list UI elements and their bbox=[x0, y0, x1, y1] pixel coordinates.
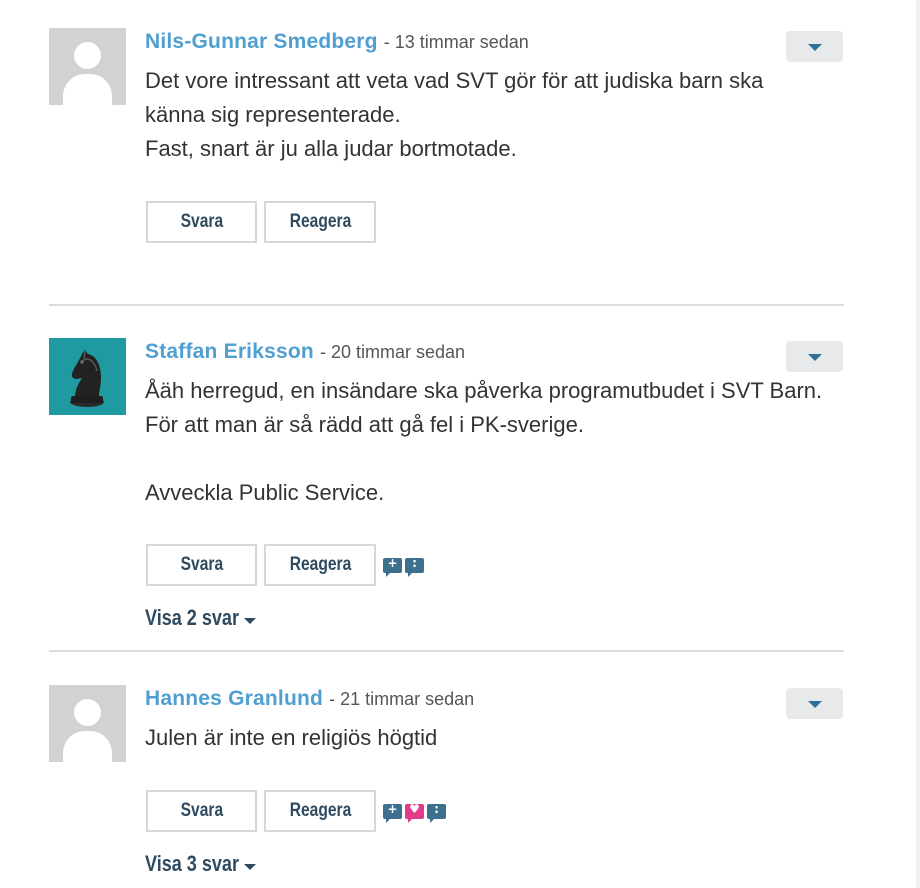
default-user-icon bbox=[74, 699, 101, 726]
heart-reaction-icon: ♥ bbox=[405, 802, 424, 823]
comment-author: Nils-Gunnar Smedberg - 13 timmar sedan bbox=[145, 30, 529, 54]
thinking-reaction-icon: : bbox=[427, 802, 446, 823]
thinking-reaction-icon: : bbox=[405, 556, 424, 577]
show-replies-link[interactable]: Visa 3 svar bbox=[145, 851, 260, 877]
reply-button[interactable]: Svara bbox=[146, 201, 257, 243]
reaction-summary[interactable]: + ♥ : bbox=[383, 802, 446, 823]
react-button[interactable]: Reagera bbox=[264, 544, 376, 586]
comment-paragraph: Fast, snart är ju alla judar bortmotade. bbox=[145, 136, 517, 161]
avatar[interactable] bbox=[49, 685, 126, 762]
scrollbar-track bbox=[916, 0, 920, 888]
react-button[interactable]: Reagera bbox=[264, 790, 376, 832]
comment-paragraph: Åäh herregud, en insändare ska påverka p… bbox=[145, 378, 823, 437]
comment-body: Det vore intressant att veta vad SVT gör… bbox=[145, 64, 825, 166]
author-name-link[interactable]: Hannes Granlund bbox=[145, 687, 323, 710]
comment-body: Åäh herregud, en insändare ska påverka p… bbox=[145, 374, 825, 510]
chess-knight-icon bbox=[70, 350, 104, 407]
comment-timestamp: - 21 timmar sedan bbox=[329, 689, 475, 709]
reaction-summary[interactable]: + : bbox=[383, 556, 424, 577]
comment-paragraph: Det vore intressant att veta vad SVT gör… bbox=[145, 68, 764, 127]
author-name-link[interactable]: Staffan Eriksson bbox=[145, 340, 314, 363]
comment-timestamp: - 13 timmar sedan bbox=[383, 32, 529, 52]
show-replies-link[interactable]: Visa 2 svar bbox=[145, 605, 260, 631]
react-button[interactable]: Reagera bbox=[264, 201, 376, 243]
chevron-down-icon bbox=[808, 354, 822, 361]
comment-menu-button[interactable] bbox=[786, 688, 843, 719]
comment-timestamp: - 20 timmar sedan bbox=[319, 342, 466, 362]
comment: Hannes Granlund - 21 timmar sedan Julen … bbox=[0, 685, 900, 885]
comment-menu-button[interactable] bbox=[786, 341, 843, 372]
comment-divider bbox=[49, 304, 844, 306]
comment-author: Staffan Eriksson - 20 timmar sedan bbox=[145, 340, 465, 364]
chevron-down-icon bbox=[808, 701, 822, 708]
chevron-down-icon bbox=[808, 44, 822, 51]
reply-button[interactable]: Svara bbox=[146, 790, 257, 832]
caret-down-icon bbox=[244, 618, 256, 624]
caret-down-icon bbox=[244, 864, 256, 870]
author-name-link[interactable]: Nils-Gunnar Smedberg bbox=[145, 30, 378, 53]
comment-menu-button[interactable] bbox=[786, 31, 843, 62]
comment-paragraph: Avveckla Public Service. bbox=[145, 480, 385, 505]
thumbs-up-reaction-icon: + bbox=[383, 556, 402, 577]
comment-body: Julen är inte en religiös högtid bbox=[145, 721, 825, 755]
comment-divider bbox=[49, 650, 844, 652]
avatar[interactable] bbox=[49, 338, 126, 415]
comment-author: Hannes Granlund - 21 timmar sedan bbox=[145, 687, 474, 711]
avatar[interactable] bbox=[49, 28, 126, 105]
reply-button[interactable]: Svara bbox=[146, 544, 257, 586]
thumbs-up-reaction-icon: + bbox=[383, 802, 402, 823]
comment: Staffan Eriksson - 20 timmar sedan Åäh h… bbox=[0, 338, 900, 638]
comment: Nils-Gunnar Smedberg - 13 timmar sedan D… bbox=[0, 28, 900, 248]
comment-paragraph: Julen är inte en religiös högtid bbox=[145, 725, 438, 750]
default-user-icon bbox=[74, 42, 101, 69]
